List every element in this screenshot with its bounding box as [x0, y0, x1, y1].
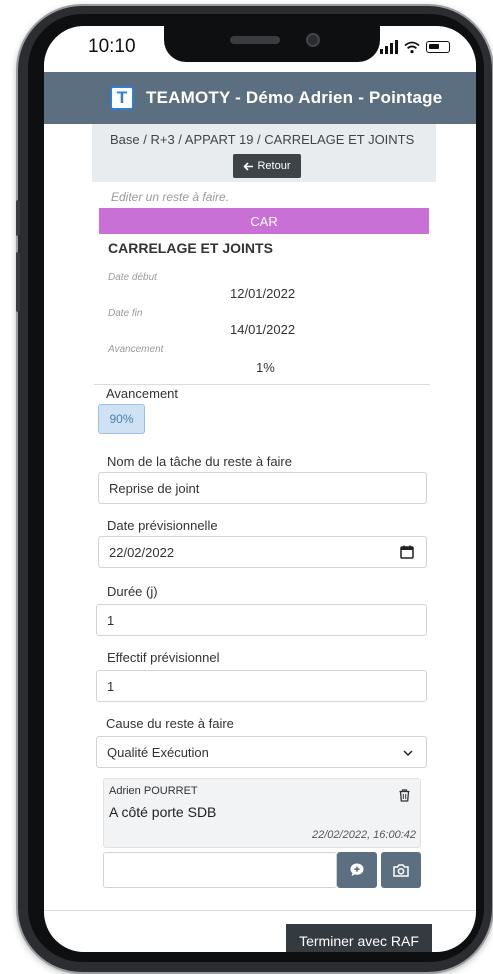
back-button[interactable]: Retour	[233, 154, 301, 178]
chevron-down-icon	[403, 750, 413, 757]
task-progress-label: Avancement	[108, 344, 164, 355]
back-button-label: Retour	[257, 160, 291, 172]
staff-input[interactable]: 1	[96, 670, 427, 702]
send-comment-button[interactable]	[337, 852, 377, 888]
signal-icon	[380, 40, 398, 54]
progress-input[interactable]: 90%	[98, 404, 145, 434]
cause-label: Cause du reste à faire	[106, 716, 234, 731]
status-bar: 10:10	[44, 26, 476, 72]
arrow-left-icon	[243, 161, 254, 171]
date-input[interactable]: 22/02/2022	[98, 536, 427, 568]
app-title: TEAMOTY - Démo Adrien - Pointage	[146, 88, 443, 107]
duration-label: Durée (j)	[107, 584, 158, 599]
task-name-value: Reprise de joint	[109, 480, 200, 496]
task-progress-value: 1%	[256, 360, 275, 375]
battery-icon	[426, 41, 450, 53]
phone-screen: 10:10 T TEAMOTY - Démo Adrien - Pointage…	[44, 26, 476, 952]
edit-caption: Editer un reste à faire.	[111, 190, 230, 204]
teamoty-logo: T	[110, 86, 134, 110]
cause-select[interactable]: Qualité Exécution	[96, 736, 427, 768]
speaker-grille	[230, 36, 280, 44]
status-icons	[380, 40, 450, 54]
comment-input[interactable]	[103, 852, 337, 888]
date-label: Date prévisionnelle	[107, 518, 218, 533]
category-badge: CAR	[99, 208, 429, 234]
task-name-label: Nom de la tâche du reste à faire	[107, 454, 292, 469]
progress-label: Avancement	[106, 386, 179, 401]
category-label: CAR	[250, 213, 278, 229]
comment-add-icon	[350, 863, 364, 876]
comment-date: 22/02/2022, 16:00:42	[312, 829, 416, 841]
start-date-value: 12/01/2022	[230, 286, 296, 301]
progress-value: 90%	[109, 412, 134, 426]
cause-value: Qualité Exécution	[107, 744, 209, 760]
comment-text: A côté porte SDB	[109, 804, 217, 820]
footer-divider	[44, 910, 476, 911]
finish-with-raf-button[interactable]: Terminer avec RAF	[286, 924, 432, 952]
staff-value: 1	[107, 678, 115, 694]
camera-icon	[393, 864, 409, 877]
breadcrumb: Base / R+3 / APPART 19 / CARRELAGE ET JO…	[110, 132, 415, 147]
app-header: T TEAMOTY - Démo Adrien - Pointage	[44, 72, 476, 124]
breadcrumb-panel: Base / R+3 / APPART 19 / CARRELAGE ET JO…	[92, 124, 436, 182]
end-date-label: Date fin	[108, 308, 143, 319]
phone-side-button	[16, 200, 20, 236]
start-date-label: Date début	[108, 272, 157, 283]
trash-icon[interactable]	[399, 789, 410, 802]
task-name-input[interactable]: Reprise de joint	[98, 472, 427, 504]
comment-author: Adrien POURRET	[109, 785, 198, 797]
notch	[164, 26, 380, 62]
divider	[94, 384, 430, 385]
calendar-icon[interactable]	[400, 545, 414, 559]
wifi-icon	[404, 41, 420, 53]
date-value: 22/02/2022	[109, 544, 175, 560]
duration-input[interactable]: 1	[96, 604, 427, 636]
duration-value: 1	[107, 612, 115, 628]
staff-label: Effectif prévisionnel	[107, 650, 220, 665]
status-time: 10:10	[88, 36, 136, 57]
front-camera	[306, 33, 320, 47]
task-title: CARRELAGE ET JOINTS	[108, 240, 273, 256]
phone-side-button	[16, 252, 20, 312]
finish-button-label: Terminer avec RAF	[299, 933, 419, 949]
end-date-value: 14/01/2022	[230, 322, 296, 337]
add-photo-button[interactable]	[381, 852, 421, 888]
comment-card: Adrien POURRET A côté porte SDB 22/02/20…	[103, 778, 421, 848]
